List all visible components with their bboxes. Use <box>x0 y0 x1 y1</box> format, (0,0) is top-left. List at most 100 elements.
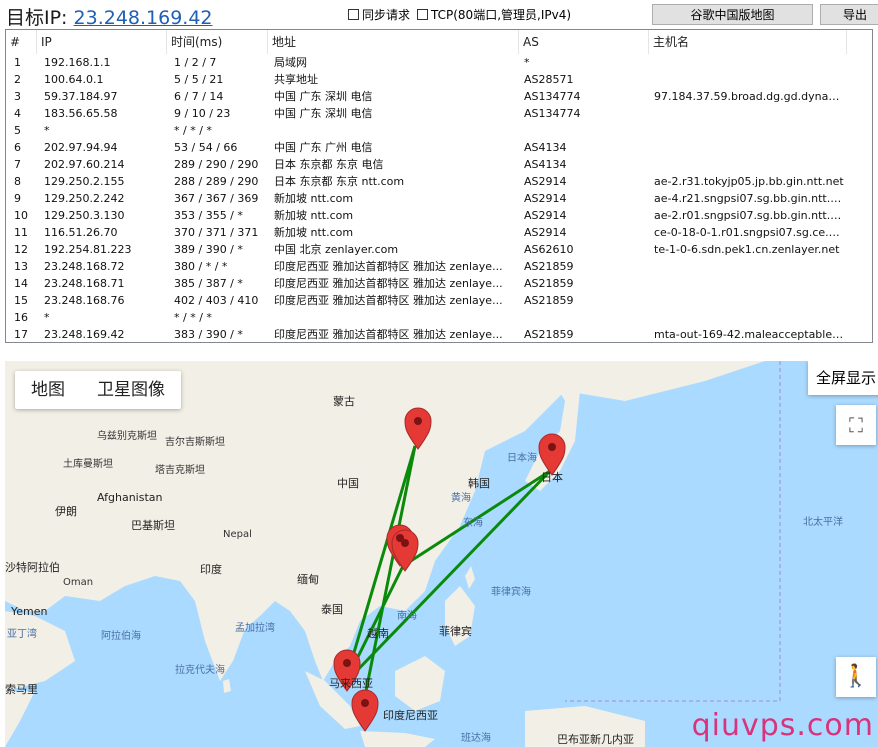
col-time[interactable]: 时间(ms) <box>167 30 268 54</box>
label-vietnam: 越南 <box>367 627 389 640</box>
fullscreen-label-button[interactable]: 全屏显示 <box>808 361 878 395</box>
cell-addr: 新加坡 ntt.com <box>274 226 354 239</box>
map-tab-button[interactable]: 地图 <box>15 371 81 409</box>
google-china-map-button[interactable]: 谷歌中国版地图 <box>652 4 813 25</box>
cell-n: 9 <box>14 192 21 205</box>
header-bar: 目标IP: 23.248.169.42 同步请求 TCP(80端口,管理员,IP… <box>0 0 878 30</box>
table-row[interactable]: 16 * * / * / * <box>6 309 872 326</box>
col-address[interactable]: 地址 <box>268 30 519 54</box>
cell-ip: 23.248.168.76 <box>44 294 125 307</box>
label-japan: 日本 <box>541 471 563 484</box>
land-arabia <box>5 611 75 691</box>
map-canvas <box>5 361 878 747</box>
cell-time: 5 / 5 / 21 <box>174 73 224 86</box>
cell-time: 53 / 54 / 66 <box>174 141 238 154</box>
cell-as: AS21859 <box>524 294 574 307</box>
cell-ip: 129.250.2.242 <box>44 192 125 205</box>
cell-addr: 印度尼西亚 雅加达首都特区 雅加达 zenlaye... <box>274 328 503 341</box>
cell-host: ae-2.r01.sngpsi07.sg.bb.gin.ntt.net <box>654 209 844 222</box>
label-philippines: 菲律宾 <box>439 625 472 638</box>
map-type-control: 地图 卫星图像 <box>15 371 181 409</box>
label-laccadive: 拉克代夫海 <box>175 665 225 676</box>
watermark-text: qiuvps.com <box>691 708 874 743</box>
table-row[interactable]: 15 23.248.168.76 402 / 403 / 410 印度尼西亚 雅加达首… <box>6 292 872 309</box>
label-afghanistan: Afghanistan <box>97 491 163 504</box>
label-tajik: 塔吉克斯坦 <box>155 465 205 476</box>
land-borneo <box>395 656 445 711</box>
cell-as: AS21859 <box>524 328 574 341</box>
cell-ip: 192.254.81.223 <box>44 243 132 256</box>
tcp-checkbox-box[interactable] <box>417 9 428 20</box>
label-banda: 班达海 <box>461 733 491 744</box>
cell-ip: 183.56.65.58 <box>44 107 118 120</box>
fullscreen-icon[interactable]: ⛶ <box>836 405 876 445</box>
label-myanmar: 缅甸 <box>297 573 319 586</box>
cell-n: 10 <box>14 209 28 222</box>
table-row[interactable]: 2 100.64.0.1 5 / 5 / 21 共享地址 AS28571 <box>6 71 872 88</box>
table-row[interactable]: 12 192.254.81.223 389 / 390 / * 中国 北京 zenla… <box>6 241 872 258</box>
cell-host: 97.184.37.59.broad.dg.gd.dynamic... <box>654 90 844 103</box>
cell-host: mta-out-169-42.maleacceptable.com <box>654 328 844 341</box>
tcp-label: TCP(80端口,管理员,IPv4) <box>431 8 572 22</box>
export-button[interactable]: 导出 <box>820 4 878 25</box>
pegman-icon[interactable]: 🚶 <box>836 657 876 697</box>
target-ip-link[interactable]: 23.248.169.42 <box>74 7 213 29</box>
col-as[interactable]: AS <box>519 30 649 54</box>
table-row[interactable]: 13 23.248.168.72 380 / * / * 印度尼西亚 雅加达首都特区 … <box>6 258 872 275</box>
label-south-sea: 南海 <box>397 611 417 622</box>
cell-as: AS134774 <box>524 90 581 103</box>
cell-ip: * <box>44 124 50 137</box>
cell-ip: 192.168.1.1 <box>44 56 111 69</box>
label-yellow-sea: 黄海 <box>451 493 471 504</box>
cell-n: 4 <box>14 107 21 120</box>
cell-as: AS4134 <box>524 158 567 171</box>
sync-checkbox-box[interactable] <box>348 9 359 20</box>
label-aden: 亚丁湾 <box>7 629 37 640</box>
table-row[interactable]: 1 192.168.1.1 1 / 2 / 7 局域网 * <box>6 54 872 71</box>
cell-addr: 印度尼西亚 雅加达首都特区 雅加达 zenlaye... <box>274 294 503 307</box>
tcp-checkbox[interactable]: TCP(80端口,管理员,IPv4) <box>417 6 571 23</box>
table-row[interactable]: 17 23.248.169.42 383 / 390 / * 印度尼西亚 雅加达首都特… <box>6 326 872 342</box>
satellite-tab-button[interactable]: 卫星图像 <box>81 371 181 409</box>
cell-as: AS28571 <box>524 73 574 86</box>
sync-label: 同步请求 <box>362 8 411 22</box>
land-africa-horn <box>5 691 35 747</box>
target-ip-label: 目标IP: 23.248.169.42 <box>6 3 213 30</box>
label-bay-bengal: 孟加拉湾 <box>235 623 275 634</box>
cell-ip: 202.97.94.94 <box>44 141 118 154</box>
col-ip[interactable]: IP <box>37 30 167 54</box>
cell-as: AS21859 <box>524 260 574 273</box>
table-row[interactable]: 4 183.56.65.58 9 / 10 / 23 中国 广东 深圳 电信 AS134… <box>6 105 872 122</box>
label-somalia: 索马里 <box>5 683 38 696</box>
table-row[interactable]: 3 59.37.184.97 6 / 7 / 14 中国 广东 深圳 电信 AS1347… <box>6 88 872 105</box>
table-row[interactable]: 5 * * / * / * <box>6 122 872 139</box>
cell-time: 1 / 2 / 7 <box>174 56 217 69</box>
route-map[interactable]: 蒙古 乌兹别克斯坦 吉尔吉斯斯坦 土库曼斯坦 塔吉克斯坦 Afghanistan… <box>5 361 878 747</box>
table-row[interactable]: 7 202.97.60.214 289 / 290 / 290 日本 东京都 东京 电… <box>6 156 872 173</box>
sync-request-checkbox[interactable]: 同步请求 <box>348 6 410 23</box>
cell-time: 288 / 289 / 290 <box>174 175 259 188</box>
label-mongolia: 蒙古 <box>333 395 355 408</box>
col-hostname[interactable]: 主机名 <box>649 30 847 54</box>
label-kyrgyz: 吉尔吉斯斯坦 <box>165 437 225 448</box>
cell-n: 13 <box>14 260 28 273</box>
cell-n: 8 <box>14 175 21 188</box>
cell-time: * / * / * <box>174 311 212 324</box>
table-row[interactable]: 8 129.250.2.155 288 / 289 / 290 日本 东京都 东京 n… <box>6 173 872 190</box>
table-row[interactable]: 14 23.248.168.71 385 / 387 / * 印度尼西亚 雅加达首都特… <box>6 275 872 292</box>
cell-as: AS134774 <box>524 107 581 120</box>
cell-host: te-1-0-6.sdn.pek1.cn.zenlayer.net <box>654 243 840 256</box>
cell-n: 2 <box>14 73 21 86</box>
cell-n: 1 <box>14 56 21 69</box>
table-row[interactable]: 10 129.250.3.130 353 / 355 / * 新加坡 ntt.com A… <box>6 207 872 224</box>
label-malaysia: 马来西亚 <box>329 677 373 690</box>
label-philippine-sea: 菲律宾海 <box>491 587 531 598</box>
cell-time: 389 / 390 / * <box>174 243 243 256</box>
table-row[interactable]: 9 129.250.2.242 367 / 367 / 369 新加坡 ntt.com… <box>6 190 872 207</box>
table-row[interactable]: 6 202.97.94.94 53 / 54 / 66 中国 广东 广州 电信 AS41… <box>6 139 872 156</box>
cell-time: 367 / 367 / 369 <box>174 192 259 205</box>
col-index[interactable]: # <box>6 30 37 54</box>
cell-time: 385 / 387 / * <box>174 277 243 290</box>
label-saudi: 沙特阿拉伯 <box>5 561 60 574</box>
table-row[interactable]: 11 116.51.26.70 370 / 371 / 371 新加坡 ntt.com… <box>6 224 872 241</box>
